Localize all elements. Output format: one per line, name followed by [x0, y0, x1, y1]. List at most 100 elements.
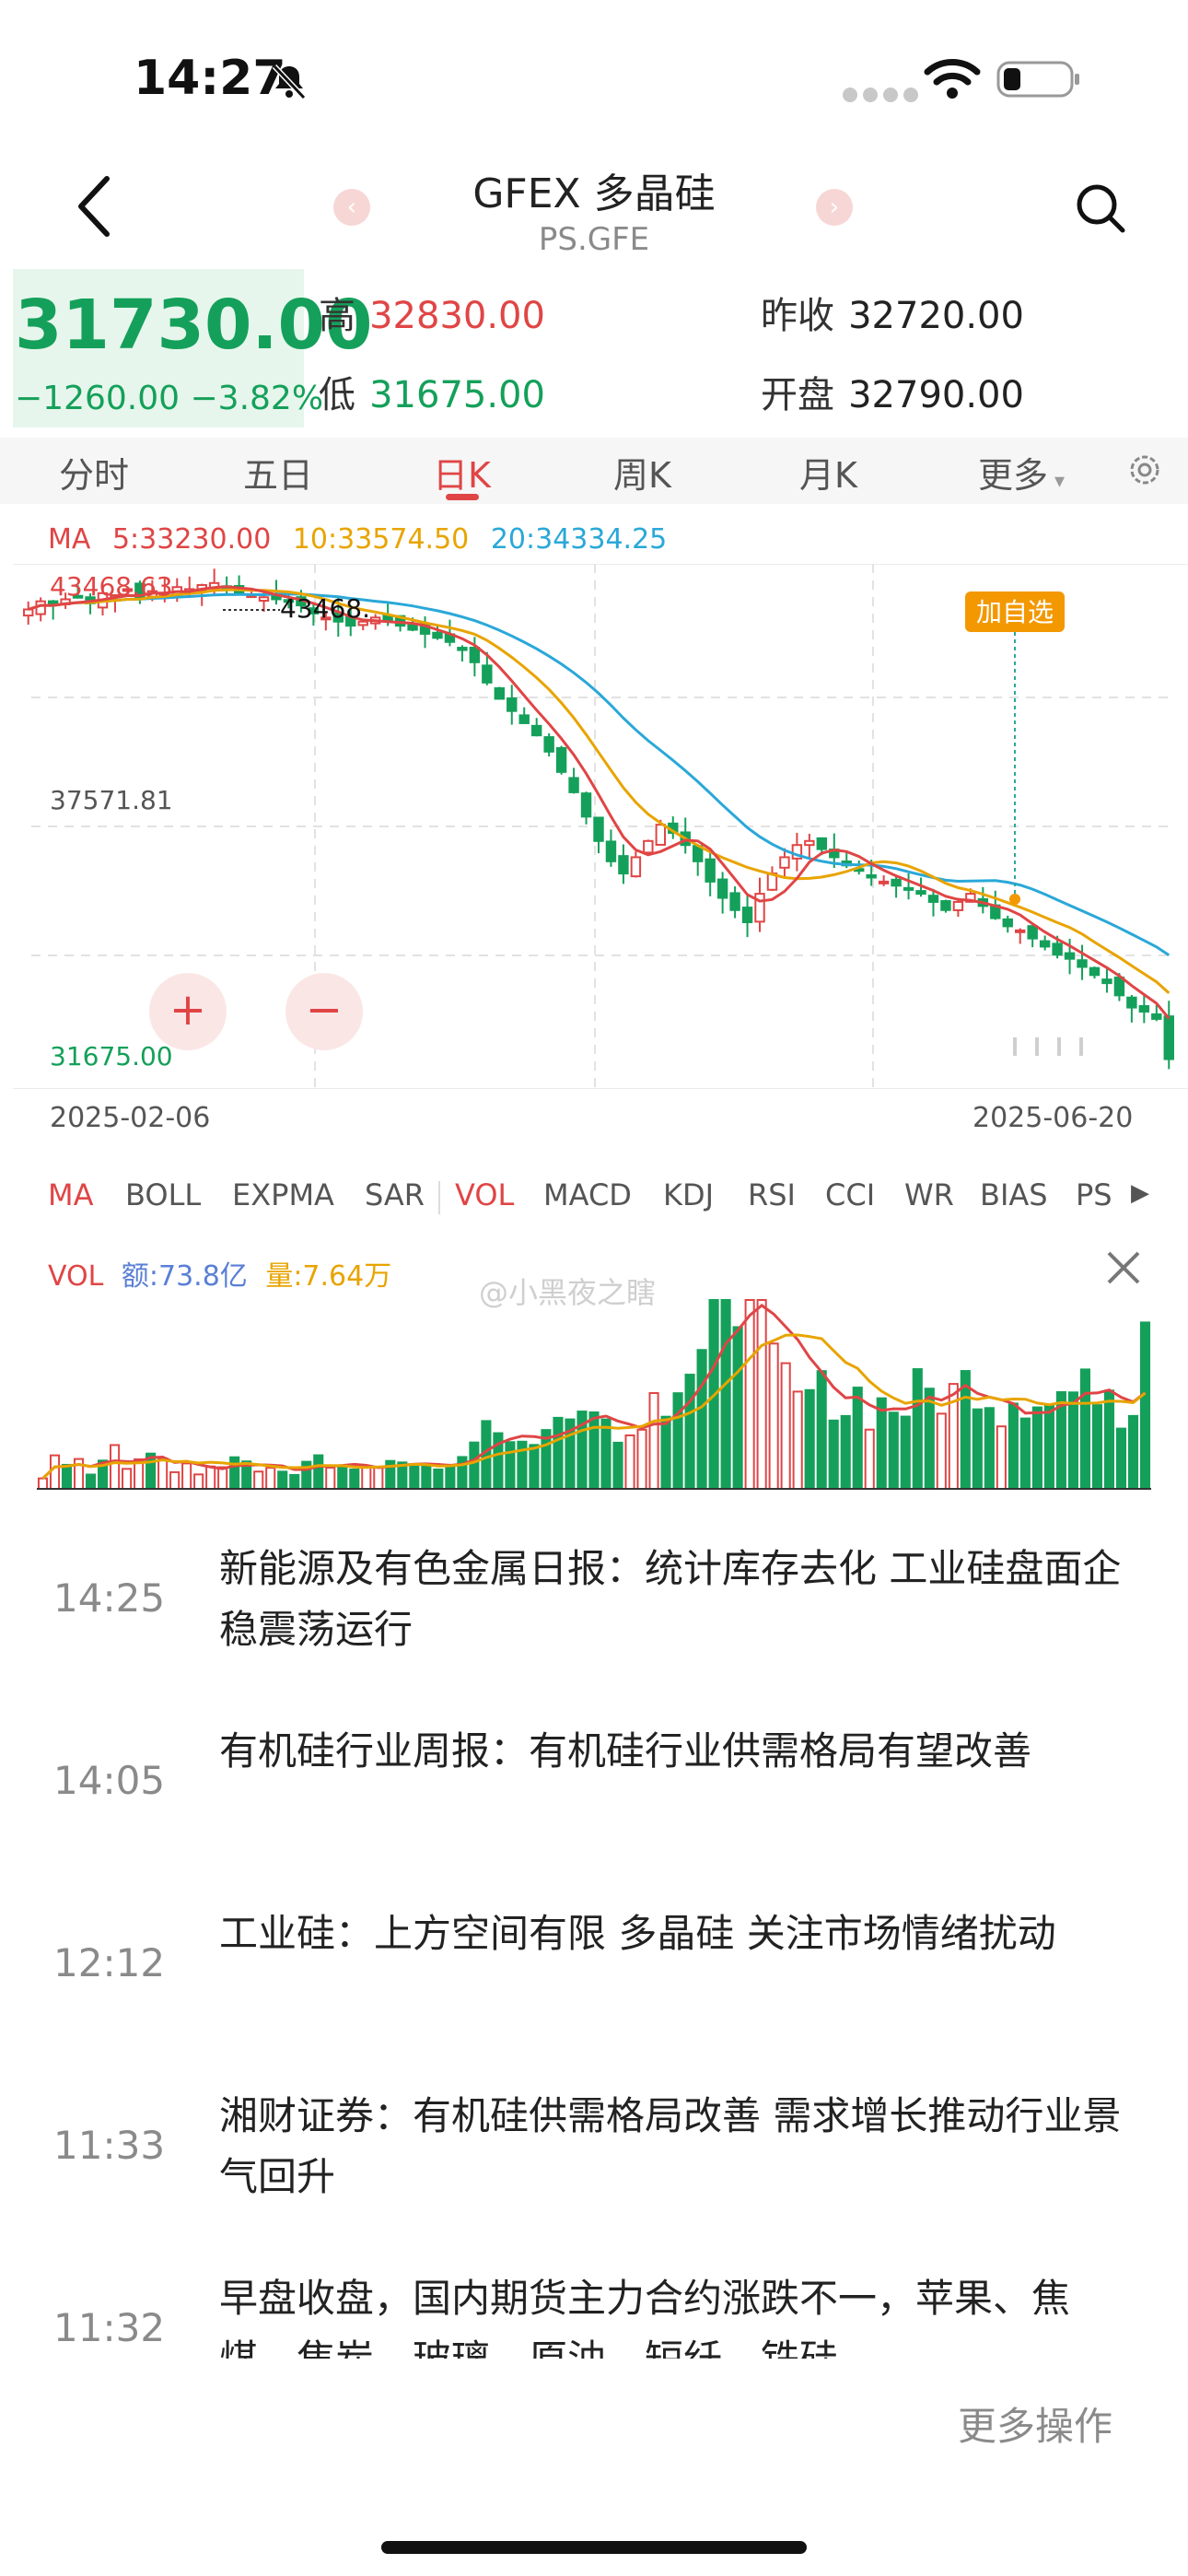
volume-bar: [553, 1416, 564, 1490]
candle-body: [779, 856, 790, 869]
gear-icon[interactable]: [1124, 450, 1165, 490]
candle-body: [1027, 925, 1038, 940]
tab-five-day[interactable]: 五日: [243, 447, 313, 498]
search-icon[interactable]: [1073, 181, 1128, 236]
candle-body: [432, 631, 443, 639]
home-indicator[interactable]: [381, 2541, 807, 2554]
volume-bar: [684, 1374, 695, 1490]
vol-amount: 额:73.8亿: [121, 1260, 248, 1293]
ind-tab-wr[interactable]: WR: [904, 1177, 954, 1212]
volume-bar: [325, 1467, 336, 1490]
chart-low-label: 31675.00: [50, 1041, 173, 1071]
news-title-2[interactable]: 有机硅行业周报：有机硅行业供需格局有望改善: [219, 1721, 1140, 1782]
candle-body: [618, 855, 629, 875]
candle-body: [754, 893, 765, 923]
candle-body: [23, 608, 34, 617]
change-value: −1260.00: [15, 380, 181, 417]
signal-dots-icon: [843, 88, 924, 106]
volume-bar: [373, 1466, 384, 1491]
close-icon[interactable]: [1103, 1247, 1144, 1288]
candle-body: [816, 837, 828, 850]
candle-body: [1002, 918, 1013, 928]
volume-bar: [313, 1454, 324, 1491]
status-time: 14:27: [134, 51, 286, 106]
candle-body: [1113, 976, 1125, 997]
ind-tab-cci[interactable]: CCI: [825, 1177, 875, 1212]
volume-bar: [217, 1466, 228, 1491]
volume-bar: [912, 1368, 923, 1490]
candle-body: [927, 895, 939, 903]
volume-bar: [672, 1392, 683, 1490]
news-title-1[interactable]: 新能源及有色金属日报：统计库存去化 工业硅盘面企稳震荡运行: [219, 1539, 1140, 1660]
tab-intraday[interactable]: 分时: [59, 447, 129, 498]
volume-bar: [936, 1412, 947, 1490]
ind-tab-rsi[interactable]: RSI: [748, 1177, 796, 1212]
add-watch-label[interactable]: 加自选: [976, 597, 1054, 627]
candle-body: [1015, 929, 1026, 933]
candle-body: [729, 892, 740, 911]
candle-body: [457, 647, 468, 651]
volume-bar: [864, 1428, 875, 1490]
prev-close-row: 昨收 32720.00: [761, 286, 1024, 339]
vol-label: VOL: [48, 1260, 104, 1293]
high-marker-label: 43468.: [280, 593, 370, 624]
wifi-icon: [924, 59, 981, 99]
ind-tab-ma[interactable]: MA: [48, 1177, 94, 1212]
candle-body: [555, 746, 567, 773]
ind-tab-sar[interactable]: SAR: [365, 1177, 425, 1212]
scroll-right-icon[interactable]: ▶: [1131, 1179, 1149, 1207]
volume-bar: [157, 1458, 169, 1490]
chart-handle-icon[interactable]: [1013, 1037, 1083, 1056]
news-item-5-clip: 11:32 早盘收盘，国内期货主力合约涨跌不一，苹果、焦煤、焦炭、玻璃、原油、短…: [0, 2248, 1188, 2359]
news-title-5[interactable]: 早盘收盘，国内期货主力合约涨跌不一，苹果、焦煤、焦炭、玻璃、原油、短纤、铁硅: [219, 2268, 1140, 2359]
ma5-line: [28, 585, 1171, 1020]
ind-tab-kdj[interactable]: KDJ: [663, 1177, 714, 1212]
ind-tab-ps[interactable]: PS: [1076, 1177, 1112, 1212]
candle-body: [1101, 978, 1112, 985]
candle-body: [1089, 966, 1101, 977]
volume-bar: [804, 1388, 815, 1490]
news-title-3[interactable]: 工业硅：上方空间有限 多晶硅 关注市场情绪扰动: [219, 1903, 1140, 1964]
active-tab-indicator: [446, 494, 479, 500]
bell-muted-icon: [272, 64, 307, 100]
volume-bar: [169, 1470, 181, 1490]
volume-bar: [361, 1465, 372, 1490]
candle-body: [655, 824, 667, 846]
high-row: 高 32830.00: [319, 286, 545, 339]
ind-tab-bias[interactable]: BIAS: [980, 1177, 1048, 1212]
ind-tab-vol[interactable]: VOL: [455, 1177, 514, 1212]
next-contract-button[interactable]: ›: [816, 189, 853, 226]
prev-close-value: 32720.00: [848, 295, 1024, 337]
low-row: 低 31675.00: [319, 365, 545, 418]
minus-icon[interactable]: −: [306, 984, 343, 1036]
volume-bar: [720, 1299, 731, 1490]
candle-body: [1064, 952, 1076, 960]
tab-daily-k[interactable]: 日K: [433, 447, 491, 498]
plus-icon[interactable]: +: [169, 984, 206, 1036]
tab-more[interactable]: 更多 ▾: [978, 447, 1065, 498]
volume-bar: [852, 1387, 863, 1490]
volume-bar: [205, 1465, 216, 1491]
volume-bar: [1115, 1427, 1127, 1490]
more-actions-button[interactable]: 更多操作: [958, 2395, 1112, 2452]
kline-chart[interactable]: 43468.63 43468. 37571.81 31675.00 加自选 + …: [13, 564, 1188, 1089]
volume-bar: [1019, 1417, 1031, 1491]
candle-body: [1039, 940, 1051, 948]
candle-body: [915, 890, 926, 896]
tab-monthly-k[interactable]: 月K: [799, 447, 857, 498]
ind-tab-expma[interactable]: EXPMA: [232, 1177, 334, 1212]
tab-weekly-k[interactable]: 周K: [613, 447, 671, 498]
candle-body: [804, 839, 815, 847]
volume-bar: [588, 1411, 600, 1490]
volume-bar: [972, 1408, 983, 1491]
volume-bar: [1103, 1389, 1115, 1490]
volume-bar: [696, 1349, 707, 1491]
candle-body: [866, 873, 877, 879]
ind-tab-boll[interactable]: BOLL: [125, 1177, 201, 1212]
news-title-4[interactable]: 湘财证券：有机硅供需格局改善 需求增长推动行业景气回升: [219, 2086, 1140, 2207]
volume-bar: [433, 1468, 444, 1491]
ind-tab-macd[interactable]: MACD: [543, 1177, 632, 1212]
volume-bar: [529, 1444, 540, 1491]
volume-bar: [445, 1464, 456, 1491]
volume-bar: [181, 1462, 192, 1490]
